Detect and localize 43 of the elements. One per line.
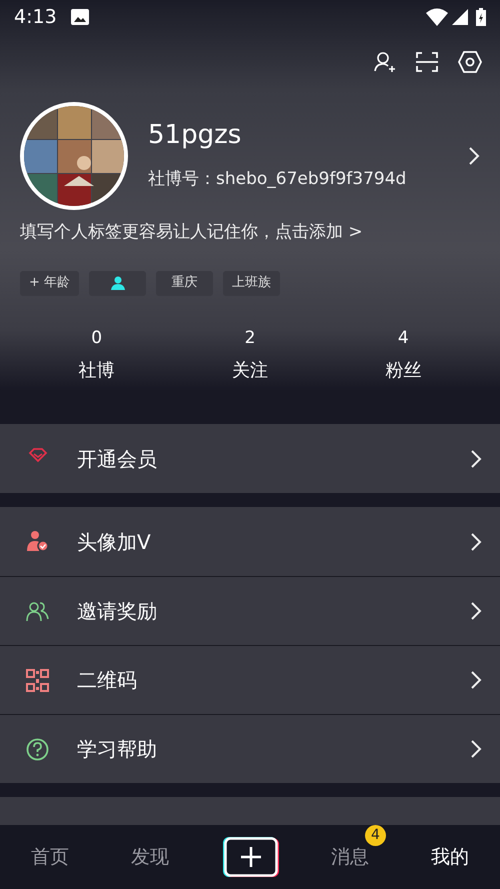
chevron-right-icon [470, 448, 482, 468]
chevron-right-icon [470, 670, 482, 690]
stat-count: 4 [396, 326, 410, 350]
qr-code-icon [26, 668, 49, 692]
battery-icon [476, 8, 486, 26]
clock-text: 4:13 [14, 4, 57, 30]
stat-label[interactable]: 关注 [173, 357, 327, 384]
add-user-icon[interactable] [374, 51, 396, 73]
users-icon [26, 600, 49, 622]
username: 51pgzs [148, 120, 242, 151]
create-button[interactable] [221, 837, 279, 877]
stat-count: 0 [90, 326, 104, 350]
profile-tag-prompt[interactable]: 填写个人标签更容易让人记住你，点击添加 > [0, 210, 500, 246]
menu-item[interactable]: 开通会员 [0, 424, 500, 493]
settings-icon[interactable] [458, 50, 482, 74]
notification-count: 4 [365, 824, 386, 846]
chevron-right-icon[interactable] [468, 146, 480, 166]
wifi-icon [426, 8, 448, 26]
menu-item[interactable]: 学习帮助 [0, 714, 500, 783]
nav-tab[interactable]: 发现 [125, 838, 175, 876]
menu-item[interactable]: 头像加V [0, 507, 500, 576]
image-icon [70, 9, 89, 25]
menu-item[interactable]: 二维码 [0, 645, 500, 714]
person-icon [110, 276, 125, 290]
profile-tag[interactable]: 重庆 [156, 270, 214, 296]
verified-user-icon [26, 530, 49, 553]
stat-label[interactable]: 粉丝 [326, 357, 480, 384]
scan-icon[interactable] [416, 52, 438, 72]
profile-tag[interactable] [89, 270, 146, 296]
help-icon [26, 738, 49, 760]
nav-tab[interactable]: 我的 [425, 838, 475, 876]
stat-count: 2 [244, 326, 256, 350]
user-id-text: 社博号：shebo_67eb9f9f3794d [148, 168, 408, 191]
profile-tag[interactable]: 上班族 [223, 270, 280, 296]
chevron-right-icon [470, 601, 482, 621]
stat-label[interactable]: 社博 [20, 357, 174, 384]
chevron-right-icon [470, 739, 482, 759]
nav-tab[interactable]: 首页 [25, 838, 75, 876]
plus-icon [221, 837, 279, 877]
profile-tag[interactable]: + 年龄 [20, 270, 80, 296]
chevron-right-icon [470, 532, 482, 552]
signal-icon [452, 9, 468, 25]
menu-item[interactable]: 邀请奖励 [0, 576, 500, 645]
